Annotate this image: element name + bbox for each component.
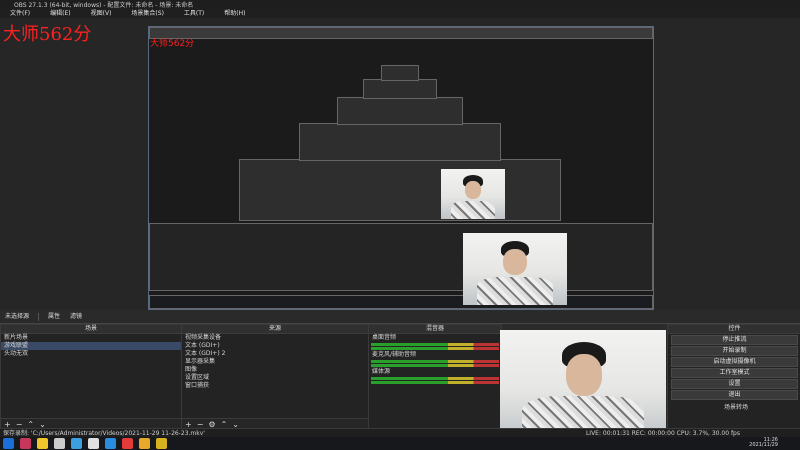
preview-canvas[interactable] [148, 26, 654, 310]
volume-slider[interactable] [371, 381, 499, 384]
nested-preview-1 [239, 159, 561, 221]
volume-slider[interactable] [371, 347, 499, 350]
source-item[interactable]: 文本 (GDI+) 2 [182, 350, 368, 358]
source-toolbar: 未选择源 属性 滤镜 [0, 311, 800, 324]
status-text: 保存录制: 'C:/Users/Administrator/Videos/202… [3, 430, 205, 437]
start-icon[interactable] [3, 438, 14, 449]
controls-header: 控件 [668, 325, 800, 334]
source-item[interactable]: 图像 [182, 366, 368, 374]
start-recording-button[interactable]: 开始录制 [671, 346, 798, 356]
volume-slider[interactable] [371, 364, 499, 367]
webcam-overlay [500, 330, 666, 440]
scene-item[interactable]: 头动无双 [1, 350, 181, 358]
taskbar-app-icon[interactable] [156, 438, 167, 449]
virtual-camera-button[interactable]: 启动虚拟摄像机 [671, 357, 798, 367]
taskbar: 11:26 2021/11/29 [0, 437, 800, 450]
stop-streaming-button[interactable]: 停止推流 [671, 335, 798, 345]
studio-mode-button[interactable]: 工作室模式 [671, 368, 798, 378]
source-item[interactable]: 窗口捕获 [182, 382, 368, 390]
mixer-dock: 混音器 桌面音频 麦克风/辅助音频 媒体源 [368, 324, 502, 430]
taskbar-app-icon[interactable] [54, 438, 65, 449]
scene-item[interactable]: 游戏联盟 [1, 342, 181, 350]
volume-meter [371, 343, 499, 346]
controls-dock: 控件 停止推流 开始录制 启动虚拟摄像机 工作室模式 设置 退出 场景转场 [667, 324, 800, 430]
status-bar: 保存录制: 'C:/Users/Administrator/Videos/202… [0, 428, 800, 437]
source-item[interactable]: 显示器采集 [182, 358, 368, 366]
volume-meter [371, 377, 499, 380]
source-item[interactable]: 设置区域 [182, 374, 368, 382]
filters-button[interactable]: 滤镜 [65, 311, 87, 323]
mixer-header: 混音器 [369, 325, 501, 334]
menu-view[interactable]: 视图(V) [81, 9, 122, 18]
taskbar-app-icon[interactable] [71, 438, 82, 449]
taskbar-app-icon[interactable] [37, 438, 48, 449]
sources-header: 来源 [182, 325, 368, 334]
nested-preview-4 [363, 79, 437, 99]
taskbar-clock[interactable]: 11:26 2021/11/29 [749, 438, 778, 448]
menu-tools[interactable]: 工具(T) [174, 9, 214, 18]
menu-file[interactable]: 文件(F) [0, 9, 40, 18]
nested-taskbar [149, 295, 653, 309]
transition-label: 场景转场 [723, 404, 748, 411]
mixer-channel-label: 桌面音频 [372, 334, 397, 341]
overlay-score-text: 大师562分 [3, 24, 92, 45]
source-item[interactable]: 文本 (GDI+) [182, 342, 368, 350]
menu-help[interactable]: 帮助(H) [214, 9, 255, 18]
taskbar-app-icon[interactable] [139, 438, 150, 449]
taskbar-app-icon[interactable] [105, 438, 116, 449]
sources-dock: 来源 视频采集设备 文本 (GDI+) 文本 (GDI+) 2 显示器采集 图像… [181, 324, 369, 430]
clock-date: 2021/11/29 [749, 442, 778, 448]
window-title: OBS 27.1.3 (64-bit, windows) - 配置文件: 未命名… [14, 2, 194, 9]
exit-button[interactable]: 退出 [671, 390, 798, 400]
nested-overlay-score-text: 大师562分 [150, 39, 195, 49]
nested-webcam-1 [441, 169, 505, 219]
menu-edit[interactable]: 编辑(E) [40, 9, 80, 18]
menu-scene-collection[interactable]: 场景集合(S) [121, 9, 174, 18]
mixer-channel-label: 媒体源 [372, 368, 391, 375]
taskbar-app-icon[interactable] [88, 438, 99, 449]
settings-button[interactable]: 设置 [671, 379, 798, 389]
volume-meter [371, 360, 499, 363]
taskbar-app-icon[interactable] [122, 438, 133, 449]
nested-webcam-2 [463, 233, 567, 305]
nested-preview-3 [337, 97, 463, 125]
mixer-channel-label: 麦克风/辅助音频 [372, 351, 417, 358]
no-source-label: 未选择源 [5, 313, 30, 320]
title-bar: OBS 27.1.3 (64-bit, windows) - 配置文件: 未命名… [0, 0, 800, 9]
nested-preview-2 [299, 123, 501, 161]
properties-button[interactable]: 属性 [43, 311, 65, 323]
taskbar-app-icon[interactable] [20, 438, 31, 449]
nested-preview-5 [381, 65, 419, 81]
scenes-header: 场景 [1, 325, 181, 334]
scenes-dock: 场景 新片场景 游戏联盟 头动无双 + − ⌃ ⌄ [0, 324, 182, 430]
nested-obs-titlebar [149, 27, 653, 39]
nested-dock-area [149, 223, 653, 291]
menu-bar: 文件(F) 编辑(E) 视图(V) 场景集合(S) 工具(T) 帮助(H) [0, 9, 800, 18]
source-item[interactable]: 视频采集设备 [182, 334, 368, 342]
scene-item[interactable]: 新片场景 [1, 334, 181, 342]
